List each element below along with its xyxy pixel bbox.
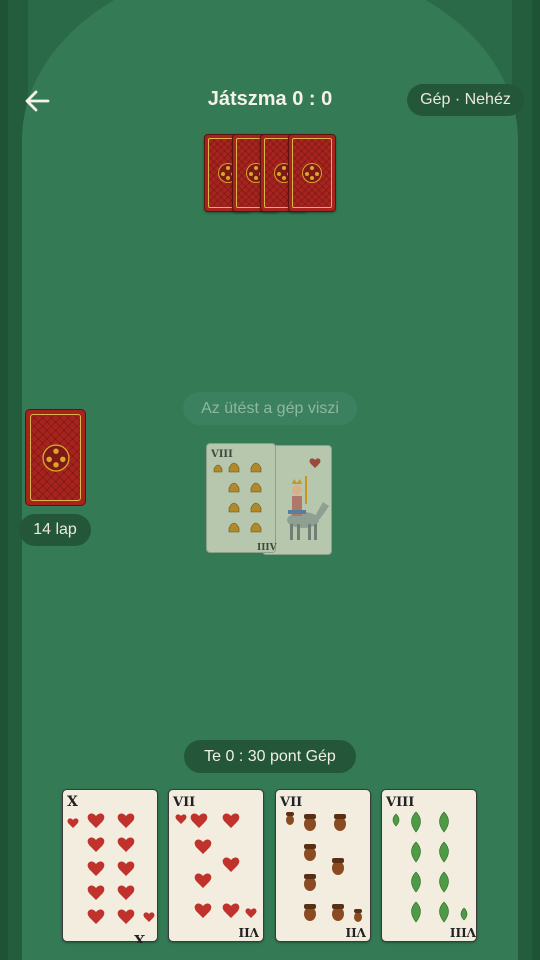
opponent-card-back [288,134,336,212]
hearts-suit-icon: X X [67,794,155,943]
trick-status-message: Az ütést a gép viszi [183,392,357,425]
svg-text:X: X [134,931,145,943]
svg-text:VII: VII [238,925,260,939]
hand-card-viii-leaves[interactable]: VIII VIII [381,789,477,942]
card-back-emblem-icon [41,443,70,472]
svg-text:IIIV: IIIV [257,543,277,553]
deck-count-badge: 14 lap [19,514,91,546]
hand-card-vii-hearts[interactable]: VII VII [168,789,264,942]
hearts-suit-icon: VII VII [172,795,260,939]
hand-card-x-hearts[interactable]: X X [62,789,158,943]
svg-text:VII: VII [279,795,302,810]
svg-text:VII: VII [172,795,195,810]
svg-text:VIII: VIII [210,449,233,460]
leaves-suit-icon: VIII VIII [385,795,477,939]
trick-card-viii-bells: VIII IIIV [206,443,278,553]
svg-text:VIII: VIII [385,795,414,810]
svg-text:VII: VII [345,925,367,939]
svg-text:VIII: VIII [449,925,477,939]
card-back-emblem-icon [302,163,322,183]
opponent-mode-badge[interactable]: Gép · Nehéz [407,84,524,116]
acorns-suit-icon: VII VII [279,795,367,939]
svg-text:X: X [67,794,78,810]
score-display: Te 0 : 30 pont Gép [184,740,356,773]
hand-card-vii-acorns[interactable]: VII VII [275,789,371,942]
draw-deck[interactable] [25,409,86,506]
bells-suit-icon: VIII IIIV [210,449,278,553]
